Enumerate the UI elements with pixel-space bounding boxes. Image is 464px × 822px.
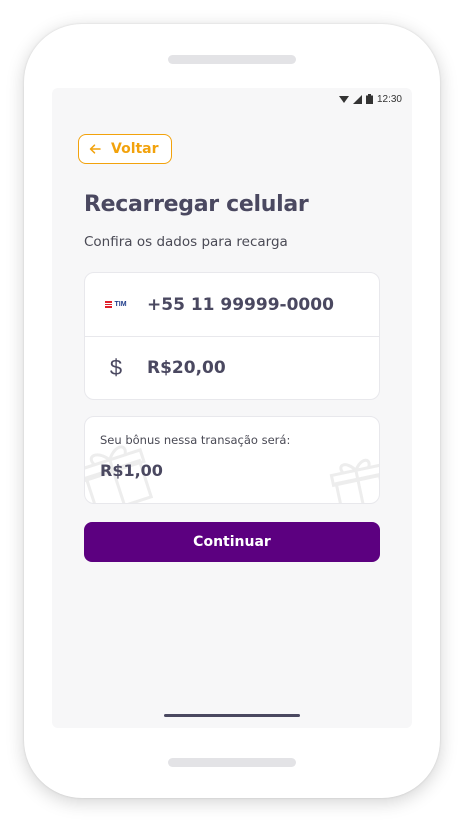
- back-button[interactable]: Voltar: [78, 134, 172, 164]
- phone-speaker: [168, 55, 296, 64]
- back-button-label: Voltar: [111, 141, 159, 157]
- status-time: 12:30: [376, 93, 402, 105]
- recharge-summary-card: TIM +55 11 99999-0000 $ R$20,00: [84, 272, 380, 400]
- wifi-icon: [338, 95, 349, 103]
- gift-icon: [329, 458, 379, 503]
- page-subtitle: Confira os dados para recarga: [84, 234, 288, 250]
- bonus-label: Seu bônus nessa transação será:: [100, 433, 291, 447]
- status-bar: 12:30: [338, 92, 402, 106]
- bonus-amount: R$1,00: [100, 461, 163, 480]
- recharge-amount: R$20,00: [147, 357, 226, 378]
- tim-logo: TIM: [105, 301, 127, 308]
- page-title: Recarregar celular: [84, 192, 309, 217]
- continue-button[interactable]: Continuar: [84, 522, 380, 562]
- phone-frame: 12:30 Voltar Recarregar celular Confira …: [24, 24, 440, 798]
- app-screen: 12:30 Voltar Recarregar celular Confira …: [52, 88, 412, 728]
- phone-home-bar: [168, 758, 296, 767]
- gesture-nav-bar[interactable]: [164, 714, 300, 717]
- bonus-card: Seu bônus nessa transação será: R$1,00: [84, 416, 380, 504]
- phone-row: TIM +55 11 99999-0000: [85, 273, 379, 337]
- phone-number: +55 11 99999-0000: [147, 294, 334, 315]
- signal-icon: [352, 94, 362, 104]
- arrow-left-icon: [89, 144, 101, 154]
- dollar-icon: $: [109, 354, 123, 380]
- continue-button-label: Continuar: [193, 534, 271, 550]
- amount-row: $ R$20,00: [85, 336, 379, 399]
- battery-icon: [365, 94, 373, 104]
